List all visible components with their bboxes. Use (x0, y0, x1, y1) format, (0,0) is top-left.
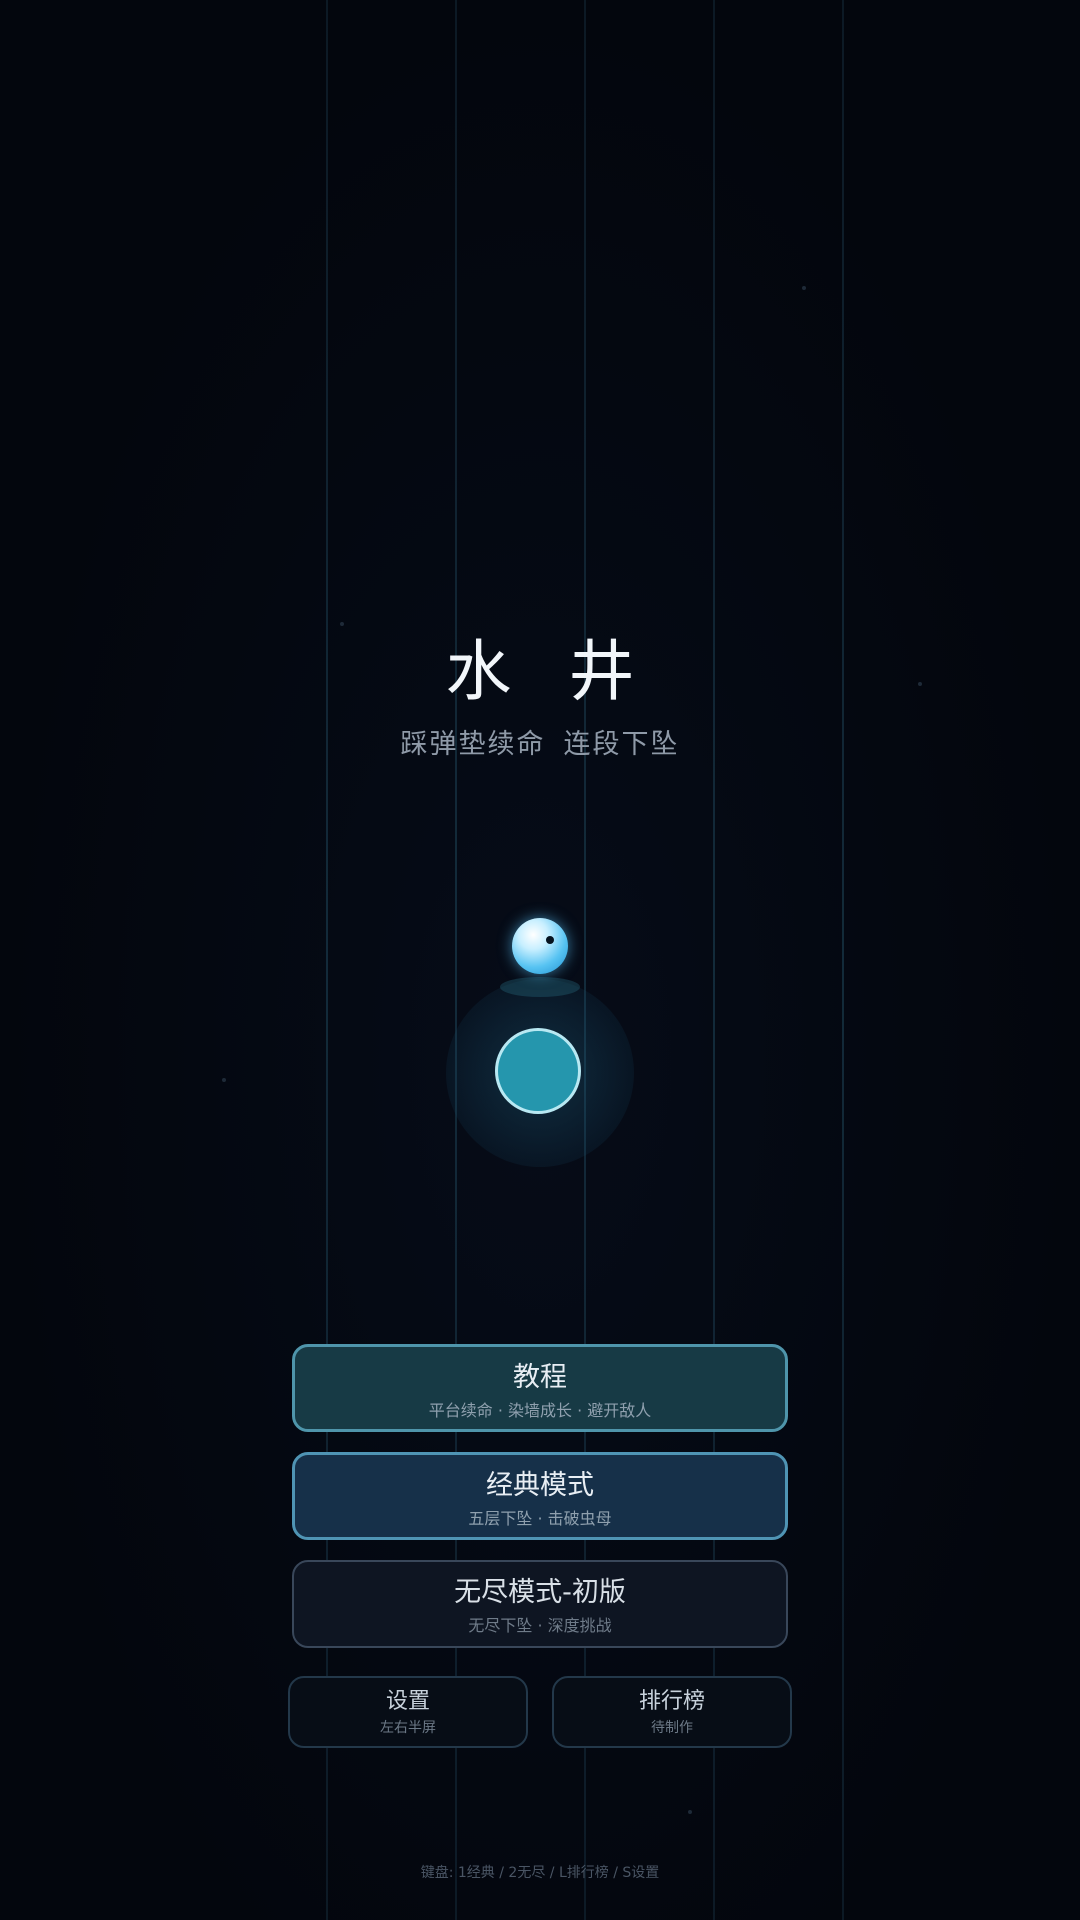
settings-button[interactable]: 设置 左右半屏 (288, 1676, 528, 1748)
settings-button-desc: 左右半屏 (380, 1720, 436, 1736)
subtitle-part-2: 连段下坠 (563, 729, 680, 760)
settings-button-label: 设置 (385, 1689, 430, 1714)
water-droplet-character-icon (512, 918, 568, 974)
bounce-pad-icon (495, 1028, 581, 1114)
classic-mode-button-label: 经典模式 (486, 1470, 594, 1501)
background-particle (802, 286, 806, 290)
keyboard-hint: 键盘: 1经典 / 2无尽 / L排行榜 / S设置 (420, 1865, 660, 1881)
endless-mode-button-label: 无尽模式-初版 (454, 1577, 626, 1608)
leaderboard-button[interactable]: 排行榜 待制作 (552, 1676, 792, 1748)
background-line (842, 0, 844, 1920)
background-particle (222, 1078, 226, 1082)
title-screen: 水 井 踩弹垫续命 连段下坠 教程 平台续命 · 染墙成长 · 避开敌人 经典模式… (0, 0, 1080, 1920)
endless-mode-button-desc: 无尽下坠 · 深度挑战 (468, 1616, 612, 1635)
tutorial-button-desc: 平台续命 · 染墙成长 · 避开敌人 (428, 1401, 652, 1420)
tutorial-button[interactable]: 教程 平台续命 · 染墙成长 · 避开敌人 (292, 1344, 788, 1432)
leaderboard-button-desc: 待制作 (651, 1720, 693, 1736)
game-subtitle: 踩弹垫续命 连段下坠 (0, 722, 1080, 761)
character-eye (546, 936, 554, 944)
game-title: 水 井 (445, 633, 653, 710)
background-particle (688, 1810, 692, 1814)
leaderboard-button-label: 排行榜 (638, 1689, 705, 1714)
classic-mode-button[interactable]: 经典模式 五层下坠 · 击破虫母 (292, 1452, 788, 1540)
tutorial-button-label: 教程 (513, 1362, 567, 1393)
endless-mode-button[interactable]: 无尽模式-初版 无尽下坠 · 深度挑战 (292, 1560, 788, 1648)
classic-mode-button-desc: 五层下坠 · 击破虫母 (468, 1509, 612, 1528)
subtitle-part-1: 踩弹垫续命 (400, 729, 546, 760)
ball-shadow (500, 977, 580, 997)
